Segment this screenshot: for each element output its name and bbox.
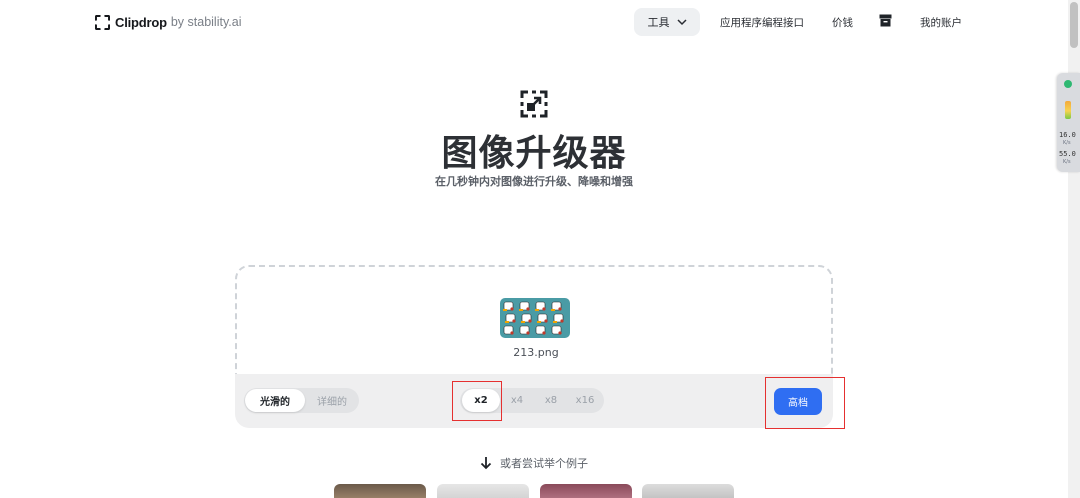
nav-account-link[interactable]: 我的账户 bbox=[920, 15, 962, 30]
example-thumbnail-2[interactable] bbox=[437, 484, 529, 498]
nav-pricing-link[interactable]: 价钱 bbox=[832, 15, 853, 30]
logo[interactable]: Clipdrop by stability.ai bbox=[95, 13, 241, 31]
brand-by: by stability.ai bbox=[170, 15, 242, 29]
example-thumbnail-1[interactable] bbox=[334, 484, 426, 498]
scrollbar-thumb[interactable] bbox=[1070, 2, 1078, 48]
highlight-box-scale bbox=[452, 381, 502, 421]
status-dot-icon bbox=[1064, 80, 1072, 88]
page-title: 图像升级器 bbox=[441, 133, 627, 174]
nav-api-link[interactable]: 应用程序编程接口 bbox=[720, 15, 804, 30]
upscale-controls-bar: 光滑的 详细的 x2 x4 x8 x16 高档 bbox=[235, 374, 833, 428]
uploaded-filename: 213.png bbox=[513, 346, 559, 359]
examples-prompt[interactable]: 或者尝试举个例子 bbox=[0, 455, 1068, 471]
mode-option-detailed[interactable]: 详细的 bbox=[307, 389, 357, 412]
upscale-icon bbox=[520, 90, 548, 118]
highlight-box-upscale bbox=[765, 377, 845, 429]
tools-label: 工具 bbox=[647, 16, 670, 29]
page-root: Clipdrop by stability.ai 工具 应用程序编程接口 价钱 … bbox=[0, 0, 1080, 498]
clipdrop-logo-icon bbox=[95, 14, 110, 30]
mode-toggle: 光滑的 详细的 bbox=[244, 388, 359, 413]
image-preview bbox=[503, 301, 564, 335]
scale-option-x8[interactable]: x8 bbox=[536, 389, 566, 412]
examples-prompt-text: 或者尝试举个例子 bbox=[500, 457, 588, 470]
example-thumbnail-4[interactable] bbox=[642, 484, 734, 498]
upload-panel: 213.png 光滑的 详细的 x2 x4 x8 x16 高档 bbox=[235, 265, 833, 428]
tools-menu-button[interactable]: 工具 bbox=[634, 8, 700, 36]
usage-meter bbox=[1065, 101, 1071, 119]
scale-option-x16[interactable]: x16 bbox=[568, 389, 602, 412]
brand-name: Clipdrop bbox=[115, 14, 167, 30]
mode-option-smooth[interactable]: 光滑的 bbox=[245, 389, 305, 412]
scale-option-x4[interactable]: x4 bbox=[502, 389, 532, 412]
page-subtitle: 在几秒钟内对图像进行升级、降噪和增强 bbox=[435, 175, 633, 188]
top-navigation: Clipdrop by stability.ai 工具 应用程序编程接口 价钱 … bbox=[0, 0, 1068, 44]
arrow-down-icon bbox=[480, 457, 492, 470]
chevron-down-icon bbox=[676, 18, 687, 25]
example-thumbnail-3[interactable] bbox=[540, 484, 632, 498]
uploaded-image-thumbnail bbox=[500, 298, 570, 338]
archive-icon[interactable] bbox=[879, 14, 892, 27]
